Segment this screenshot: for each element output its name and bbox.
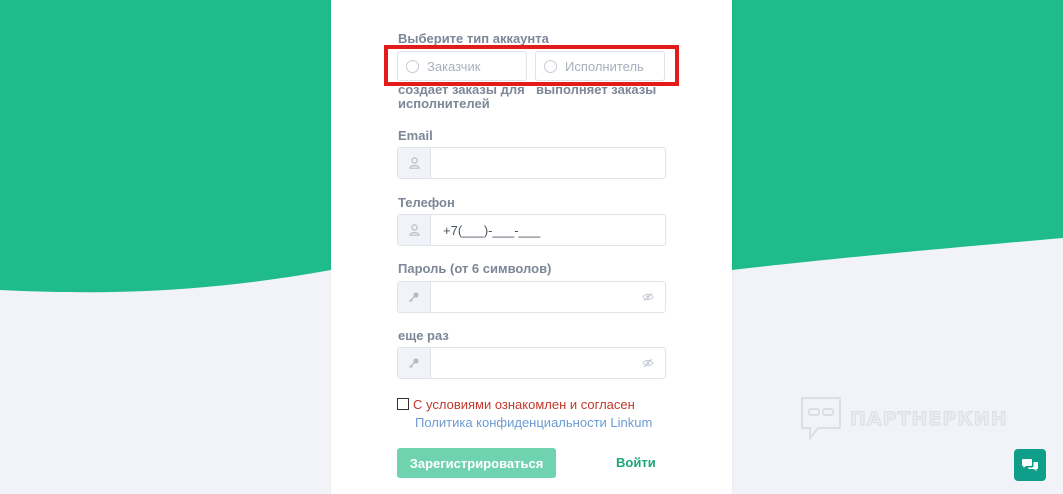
email-field (397, 147, 666, 179)
repeat-password-label: еще раз (398, 328, 449, 343)
agree-checkbox[interactable] (397, 398, 409, 410)
chat-button[interactable] (1014, 449, 1046, 481)
password-label: Пароль (от 6 символов) (398, 261, 552, 276)
login-link[interactable]: Войти (616, 455, 656, 470)
watermark-text: ПАРТНЕРКИН (850, 408, 1008, 431)
password-input[interactable] (431, 282, 631, 312)
agree-text: С условиями ознакомлен и согласен (413, 397, 635, 412)
partnerkin-watermark: ПАРТНЕРКИН (800, 396, 1008, 442)
eye-slash-icon[interactable] (631, 282, 665, 312)
account-type-customer[interactable]: Заказчик (397, 51, 527, 81)
phone-label: Телефон (398, 195, 455, 210)
repeat-password-field (397, 347, 666, 379)
radio-circle-icon[interactable] (544, 59, 557, 73)
chat-bubbles-icon (1022, 458, 1038, 471)
password-field (397, 281, 666, 313)
email-input[interactable] (431, 148, 665, 178)
radio-label: Исполнитель (565, 58, 644, 74)
user-icon (398, 215, 431, 245)
eye-slash-icon[interactable] (631, 348, 665, 378)
registration-card: Выберите тип аккаунта Заказчик Исполните… (331, 0, 732, 494)
radio-label: Заказчик (427, 58, 481, 74)
phone-input[interactable] (431, 215, 665, 245)
phone-field (397, 214, 666, 246)
privacy-policy-link[interactable]: Политика конфиденциальности Linkum (415, 415, 652, 430)
repeat-password-input[interactable] (431, 348, 631, 378)
user-icon (398, 148, 431, 178)
email-label: Email (398, 128, 433, 143)
customer-description: создает заказы для исполнителей (398, 82, 525, 111)
watermark-logo-icon (801, 397, 841, 441)
executor-description: выполняет заказы (536, 82, 657, 97)
key-icon (398, 348, 431, 378)
account-type-label: Выберите тип аккаунта (398, 31, 549, 46)
radio-circle-icon[interactable] (406, 59, 419, 73)
key-icon (398, 282, 431, 312)
account-type-executor[interactable]: Исполнитель (535, 51, 665, 81)
register-button[interactable]: Зарегистрироваться (397, 448, 556, 478)
